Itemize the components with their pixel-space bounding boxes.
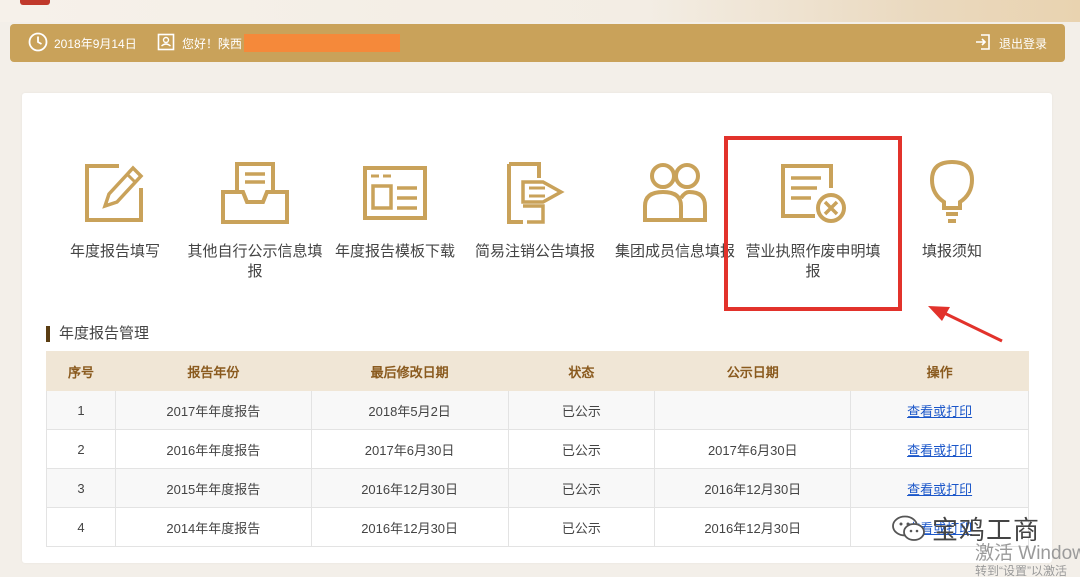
table-row: 3 2015年年度报告 2016年12月30日 已公示 2016年12月30日 … [46,468,1029,508]
cell-modified-date: 2017年6月30日 [310,429,509,469]
func-template-download[interactable]: 年度报告模板下载 [325,158,465,262]
cell-index: 1 [46,390,116,430]
cell-index: 2 [46,429,116,469]
func-other-disclosure[interactable]: 其他自行公示信息填报 [185,158,325,282]
clock-icon [28,32,54,55]
table-row: 2 2016年年度报告 2017年6月30日 已公示 2017年6月30日 查看… [46,429,1029,469]
windows-activation-hint: 转到“设置”以激活 [975,564,1067,577]
func-label: 填报须知 [921,243,982,260]
cell-action: 查看或打印 [850,429,1029,469]
user-card-icon [156,32,182,55]
cell-publish-date: 2016年12月30日 [654,468,852,508]
func-simple-cancel-notice[interactable]: 简易注销公告填报 [465,158,605,262]
cell-status: 已公示 [507,390,656,430]
cell-modified-date: 2016年12月30日 [310,468,509,508]
cell-publish-date [654,390,852,430]
col-header: 操作 [850,351,1029,391]
greeting-text: 您好！陕西 [182,36,243,51]
logout-icon [973,32,999,55]
col-header: 序号 [46,351,116,391]
col-header: 状态 [507,351,656,391]
cell-index: 4 [46,507,116,547]
col-header: 报告年份 [114,351,312,391]
date-display: 2018年9月14日 [28,24,137,62]
windows-activation-title: 激活 Windows [975,543,1080,564]
view-or-print-link[interactable]: 查看或打印 [907,482,972,497]
edit-icon [85,164,144,222]
header-bar: 2018年9月14日 您好！陕西 退出登录 [10,24,1065,62]
func-label: 年度报告填写 [69,243,160,260]
user-greeting: 您好！陕西 [156,24,401,62]
wechat-icon [892,515,925,541]
col-header: 公示日期 [654,351,852,391]
template-form-icon [363,166,427,220]
annual-report-table: 序号 报告年份 最后修改日期 状态 公示日期 操作 1 2017年年度报告 20… [46,351,1029,547]
cell-index: 3 [46,468,116,508]
cell-report-year: 2017年年度报告 [114,390,312,430]
group-users-icon [643,163,707,222]
cell-report-year: 2016年年度报告 [114,429,312,469]
top-decorative-strip [0,0,1080,22]
logo-fragment [20,0,50,5]
annotation-arrow-icon [928,306,1003,343]
view-or-print-link[interactable]: 查看或打印 [907,404,972,419]
func-annual-report-fill[interactable]: 年度报告填写 [45,158,185,262]
section-title: 年度报告管理 [46,326,149,342]
inbox-tray-icon [221,162,289,224]
current-date: 2018年9月14日 [54,36,137,51]
cell-report-year: 2014年年度报告 [114,507,312,547]
func-label: 简易注销公告填报 [474,243,595,260]
logout-label: 退出登录 [998,36,1047,51]
cell-status: 已公示 [507,507,656,547]
logout-link[interactable]: 退出登录 [973,24,1047,62]
col-header: 最后修改日期 [310,351,509,391]
highlight-annotation-box [724,136,902,311]
func-filing-instructions[interactable]: 填报须知 [882,158,1022,262]
cell-modified-date: 2018年5月2日 [310,390,509,430]
view-or-print-link[interactable]: 查看或打印 [907,443,972,458]
main-panel: 年度报告填写 其他自行公示信息填报 年度报告模板下载 简易注销公告填报 集团成员… [22,93,1052,563]
func-label: 年度报告模板下载 [334,243,455,260]
cell-action: 查看或打印 [850,468,1029,508]
redacted-username [244,34,401,52]
cell-status: 已公示 [507,468,656,508]
cell-status: 已公示 [507,429,656,469]
cell-publish-date: 2017年6月30日 [654,429,852,469]
table-row: 1 2017年年度报告 2018年5月2日 已公示 查看或打印 [46,390,1029,430]
cell-modified-date: 2016年12月30日 [310,507,509,547]
cell-action: 查看或打印 [850,390,1029,430]
cell-report-year: 2015年年度报告 [114,468,312,508]
document-stamp-icon [507,162,565,224]
table-header-row: 序号 报告年份 最后修改日期 状态 公示日期 操作 [46,351,1029,391]
lightbulb-icon [929,159,975,223]
cell-publish-date: 2016年12月30日 [654,507,852,547]
table-row: 4 2014年年度报告 2016年12月30日 已公示 2016年12月30日 … [46,507,1029,547]
func-label: 其他自行公示信息填报 [187,243,323,280]
